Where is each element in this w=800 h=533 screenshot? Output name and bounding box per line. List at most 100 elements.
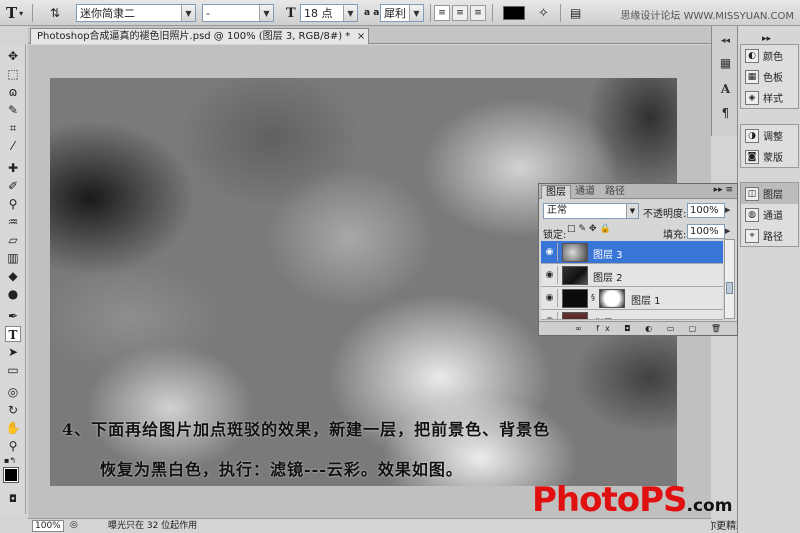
paragraph-panel-icon[interactable]: ¶ (718, 106, 733, 121)
character-panel-icon[interactable]: ▤ (570, 3, 581, 23)
type-tool-icon[interactable]: T (5, 326, 21, 342)
font-family-value: 迷你简隶二 (80, 7, 135, 20)
masks-icon: ◙ (745, 149, 759, 164)
status-info-icon[interactable]: ◎ (70, 520, 78, 530)
status-bar: 100% ◎ 曝光只在 32 位起作用 (28, 518, 711, 533)
visibility-eye-icon[interactable]: ◉ (542, 312, 558, 319)
dock-item-adjustments[interactable]: ◑ 调整 (741, 125, 798, 146)
align-right-button[interactable]: ≡ (470, 5, 486, 21)
clone-stamp-tool-icon[interactable]: ⚲ (5, 196, 21, 212)
layer-row[interactable]: ◉ 图层 2 (541, 264, 723, 287)
default-colors-icon[interactable]: ▪↰ (4, 456, 16, 465)
swatches-icon: ▦ (745, 69, 759, 84)
dock-item-color[interactable]: ◐ 颜色 (741, 45, 798, 66)
font-size-select[interactable]: 18 点 ▼ (300, 4, 358, 22)
scrollbar-thumb[interactable] (726, 282, 733, 294)
marquee-tool-icon[interactable]: ⬚ (5, 66, 21, 82)
layer-thumbnail (562, 243, 588, 262)
anti-alias-select[interactable]: 犀利 ▼ (380, 4, 424, 22)
dock-item-swatches[interactable]: ▦ 色板 (741, 66, 798, 87)
zoom-field[interactable]: 100% (32, 520, 64, 532)
panel-menu-icon[interactable]: ▸▸ ≡ (714, 185, 733, 195)
lasso-tool-icon[interactable]: ɷ (5, 84, 21, 100)
text-orientation-icon[interactable]: ⇅ (50, 3, 60, 23)
lock-label: 锁定: (543, 230, 567, 241)
dock-item-channels[interactable]: ◍ 通道 (741, 204, 798, 225)
tab-layers[interactable]: 图层 (541, 185, 571, 199)
chevron-down-icon: ▼ (259, 5, 273, 21)
blend-mode-select[interactable]: 正常 ▼ (543, 203, 639, 219)
blur-tool-icon[interactable]: ◆ (5, 268, 21, 284)
dock-item-paths[interactable]: ⌖ 路径 (741, 225, 798, 246)
healing-brush-tool-icon[interactable]: ✚ (5, 160, 21, 176)
site-watermark: 思缘设计论坛 WWW.MISSYUAN.COM (620, 11, 794, 22)
opacity-field[interactable]: 100% ▶ (687, 203, 730, 218)
collapse-arrows-icon[interactable]: ◂◂ (718, 34, 733, 49)
logo-domain: .com (686, 496, 733, 516)
dock-item-layers[interactable]: ◫ 图层 (741, 183, 798, 204)
type-tool-preset-icon[interactable]: T ▾ (6, 3, 23, 23)
eraser-tool-icon[interactable]: ▱ (5, 232, 21, 248)
eyedropper-tool-icon[interactable]: ⁄ (5, 138, 21, 154)
visibility-eye-icon[interactable]: ◉ (542, 243, 558, 261)
close-icon[interactable]: × (357, 29, 365, 44)
expand-arrows-icon[interactable]: ▸▸ (762, 34, 771, 44)
dock-item-label: 图层 (763, 190, 783, 201)
layers-panel-footer-buttons[interactable]: ∞ fx ◘ ◐ ▭ ▢ 🗑 (539, 321, 737, 335)
text-color-swatch[interactable] (503, 6, 525, 20)
document-tab[interactable]: Photoshop合成逼真的褪色旧照片.psd @ 100% (图层 3, RG… (30, 28, 370, 44)
dock-item-label: 颜色 (763, 52, 783, 63)
visibility-eye-icon[interactable]: ◉ (542, 266, 558, 284)
pen-tool-icon[interactable]: ✒ (5, 308, 21, 324)
zoom-tool-icon[interactable]: ⚲ (5, 438, 21, 454)
layer-row[interactable]: ◉ 背景 (541, 310, 723, 320)
align-center-button[interactable]: ≡ (452, 5, 468, 21)
chevron-right-icon: ▶ (725, 227, 731, 235)
chevron-down-icon: ▼ (409, 5, 423, 21)
crop-tool-icon[interactable]: ⌗ (5, 120, 21, 136)
gradient-tool-icon[interactable]: ▥ (5, 250, 21, 266)
dock-item-styles[interactable]: ◈ 样式 (741, 87, 798, 108)
warp-text-icon[interactable]: ✧ (538, 3, 549, 23)
fill-value: 100% (690, 226, 719, 237)
history-panel-icon[interactable]: ▦ (718, 56, 733, 71)
tab-channels[interactable]: 通道 (571, 185, 599, 199)
layer-mask-thumbnail[interactable] (599, 289, 625, 308)
foreground-color-swatch[interactable] (3, 467, 19, 483)
dock-item-masks[interactable]: ◙ 蒙版 (741, 146, 798, 167)
character-panel-icon[interactable]: A (718, 82, 733, 97)
panel-dock: ▸▸ ◐ 颜色 ▦ 色板 ◈ 样式 ◑ 调整 ◙ 蒙版 ◫ 图层 ◍ 通道 ⌖ 路径 (737, 26, 800, 533)
options-bar: T ▾ ⇅ 迷你简隶二 ▼ - ▼ T 18 点 ▼ a a 犀利 ▼ ≡ ≡ ≡ ✧ ▤… (0, 0, 800, 26)
3d-orbit-tool-icon[interactable]: ↻ (5, 402, 21, 418)
font-style-select[interactable]: - ▼ (202, 4, 274, 22)
move-tool-icon[interactable]: ✥ (5, 48, 21, 64)
dodge-tool-icon[interactable]: ● (5, 286, 21, 302)
align-left-button[interactable]: ≡ (434, 5, 450, 21)
history-brush-tool-icon[interactable]: ♒ (5, 214, 21, 230)
orient-glyph: ⇅ (50, 6, 61, 20)
layer-row[interactable]: ◉ 图层 3 (541, 241, 723, 264)
blend-mode-value: 正常 (547, 205, 567, 216)
brush-tool-icon[interactable]: ✐ (5, 178, 21, 194)
opacity-value: 100% (690, 205, 719, 216)
tab-paths[interactable]: 路径 (601, 185, 629, 199)
quick-select-tool-icon[interactable]: ✎ (5, 102, 21, 118)
lock-icons[interactable]: □✎✥🔒 (567, 224, 614, 234)
layer-name: 图层 1 (631, 296, 661, 307)
layers-scrollbar[interactable] (724, 239, 735, 319)
chevron-down-icon: ▾ (19, 8, 24, 18)
font-family-select[interactable]: 迷你简隶二 ▼ (76, 4, 196, 22)
3d-rotate-tool-icon[interactable]: ◎ (5, 384, 21, 400)
path-select-tool-icon[interactable]: ➤ (5, 344, 21, 360)
visibility-eye-icon[interactable]: ◉ (542, 289, 558, 307)
shape-tool-icon[interactable]: ▭ (5, 362, 21, 378)
fill-field[interactable]: 100% ▶ (687, 224, 730, 239)
chevron-down-icon: ▼ (343, 5, 357, 21)
tool-glyph: T (6, 4, 18, 22)
layer-row[interactable]: ◉ § 图层 1 (541, 287, 723, 310)
quick-mask-icon[interactable]: ◘ (5, 492, 21, 508)
layer-thumbnail (562, 289, 588, 308)
dock-item-label: 样式 (763, 94, 783, 105)
font-size-value: 18 点 (304, 7, 333, 20)
hand-tool-icon[interactable]: ✋ (5, 420, 21, 436)
